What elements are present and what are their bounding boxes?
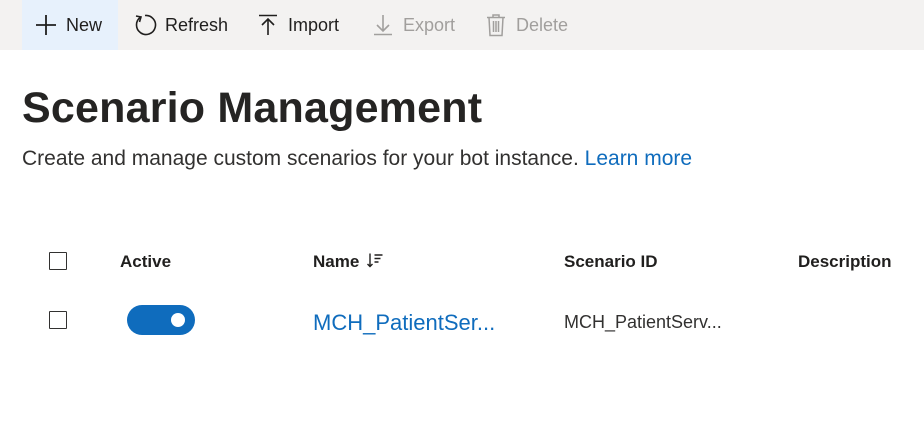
scenario-id-cell: MCH_PatientServ... [564,312,722,332]
column-header-active[interactable]: Active [120,252,171,272]
scenario-name-link[interactable]: MCH_PatientSer... [313,310,495,336]
toggle-knob [171,313,185,327]
new-button[interactable]: New [22,0,118,50]
learn-more-link[interactable]: Learn more [585,147,692,170]
column-header-name[interactable]: Name [313,252,384,275]
download-icon [371,13,395,37]
column-header-name-label: Name [313,252,360,271]
trash-icon [484,13,508,37]
row-checkbox[interactable] [49,311,67,329]
page-subtitle: Create and manage custom scenarios for y… [22,147,692,171]
refresh-button-label: Refresh [165,14,229,35]
export-button[interactable]: Export [371,0,455,50]
export-button-label: Export [403,14,456,35]
subtitle-text: Create and manage custom scenarios for y… [22,147,579,170]
select-all-checkbox[interactable] [49,252,67,270]
refresh-button[interactable]: Refresh [133,0,228,50]
sort-descending-icon [366,252,384,275]
import-button[interactable]: Import [256,0,339,50]
column-header-description[interactable]: Description [798,252,892,272]
new-button-label: New [66,14,103,35]
active-toggle[interactable] [127,305,195,335]
column-header-scenario-id[interactable]: Scenario ID [564,252,658,272]
delete-button[interactable]: Delete [484,0,568,50]
upload-icon [256,13,280,37]
page-title: Scenario Management [22,84,483,132]
refresh-icon [133,13,157,37]
delete-button-label: Delete [516,14,569,35]
import-button-label: Import [288,14,340,35]
command-bar: New Refresh Import Export Delete [0,0,924,50]
plus-icon [34,13,58,37]
